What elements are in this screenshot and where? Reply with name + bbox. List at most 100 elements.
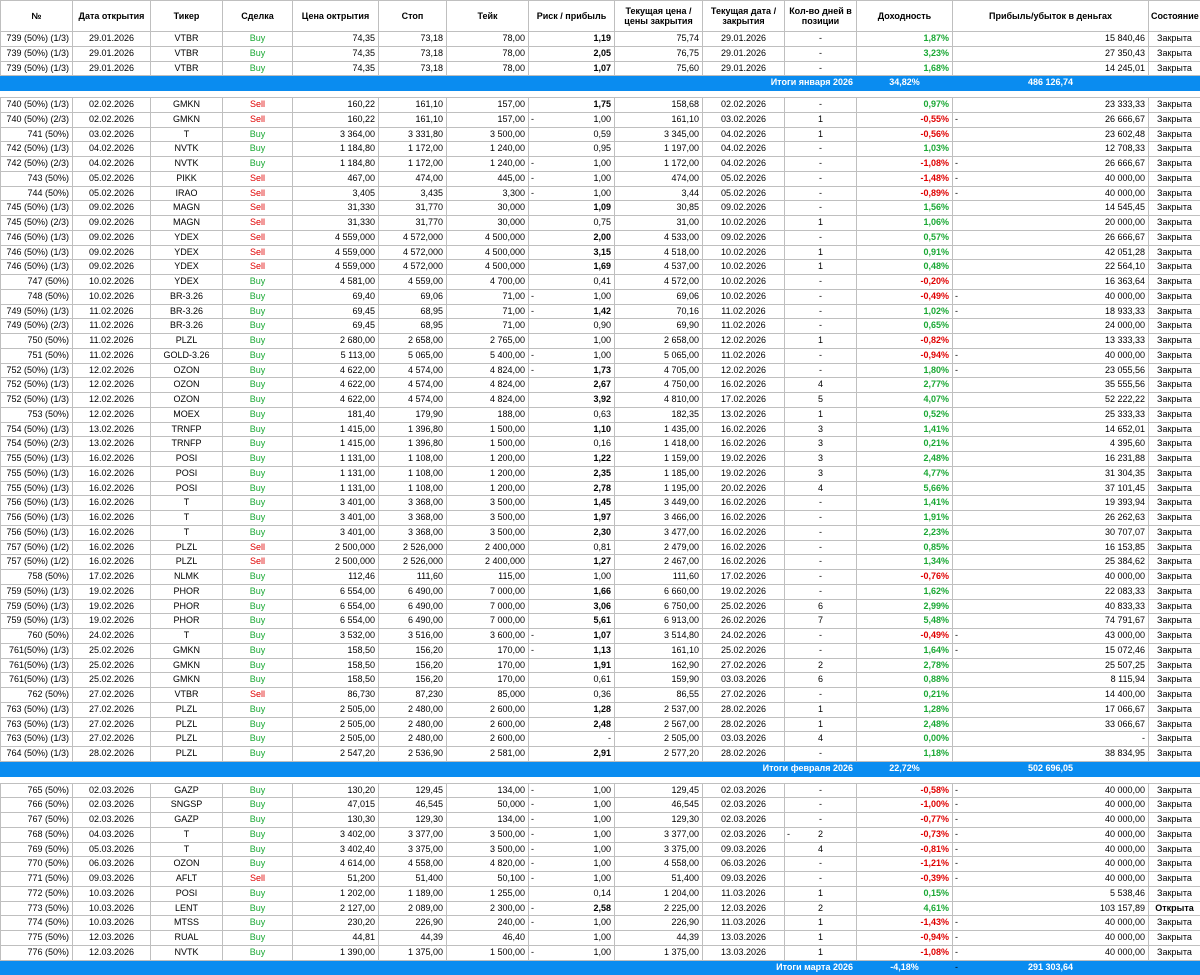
- table-row: 760 (50%)24.02.2026TBuy3 532,003 516,003…: [1, 629, 1200, 644]
- col-close-date-cell: 09.02.2026: [703, 201, 785, 216]
- col-pnl-cell: 27 350,43: [953, 46, 1149, 61]
- col-close-date-cell: 04.02.2026: [703, 157, 785, 172]
- spacer-cell: [1, 776, 1200, 783]
- col-number-cell: 739 (50%) (1/3): [1, 46, 73, 61]
- col-stop-cell: 2 480,00: [379, 732, 447, 747]
- col-close-price-cell: 2 225,00: [615, 901, 703, 916]
- col-days-cell: -: [785, 275, 857, 290]
- col-open-price-cell: 4 614,00: [293, 857, 379, 872]
- col-open-price-cell: 6 554,00: [293, 599, 379, 614]
- table-row: 776 (50%)12.03.2026NVTKBuy1 390,001 375,…: [1, 945, 1200, 960]
- col-close-price-cell: 4 572,00: [615, 275, 703, 290]
- col-take-header: Тейк: [447, 1, 529, 32]
- col-stop-cell: 2 089,00: [379, 901, 447, 916]
- col-status-cell: Закрыта: [1149, 319, 1200, 334]
- col-side-cell: Buy: [223, 783, 293, 798]
- col-open-date-cell: 02.02.2026: [73, 112, 151, 127]
- col-take-cell: 1 240,00: [447, 157, 529, 172]
- col-side-cell: Buy: [223, 857, 293, 872]
- col-status-cell: Закрыта: [1149, 32, 1200, 47]
- col-open-date-cell: 09.03.2026: [73, 872, 151, 887]
- col-close-price-cell: 2 567,00: [615, 717, 703, 732]
- col-side-cell: Buy: [223, 437, 293, 452]
- col-close-date-cell: 02.03.2026: [703, 783, 785, 798]
- col-days-cell: 6: [785, 599, 857, 614]
- col-days-cell: -: [785, 783, 857, 798]
- col-pnl-cell: 40 000,00: [953, 783, 1149, 798]
- col-status-cell: Закрыта: [1149, 407, 1200, 422]
- col-days-cell: 4: [785, 481, 857, 496]
- table-row: 742 (50%) (1/3)04.02.2026NVTKBuy1 184,80…: [1, 142, 1200, 157]
- col-status-cell: Закрыта: [1149, 230, 1200, 245]
- col-close-date-cell: 09.03.2026: [703, 842, 785, 857]
- col-stop-cell: 4 574,00: [379, 363, 447, 378]
- col-open-price-cell: 1 131,00: [293, 481, 379, 496]
- col-stop-cell: 1 108,00: [379, 452, 447, 467]
- col-side-cell: Buy: [223, 702, 293, 717]
- col-ticker-cell: NVTK: [151, 142, 223, 157]
- col-close-date-cell: 11.02.2026: [703, 304, 785, 319]
- col-close-date-cell: 16.02.2026: [703, 378, 785, 393]
- col-number-cell: 761(50%) (1/3): [1, 643, 73, 658]
- col-ticker-cell: MTSS: [151, 916, 223, 931]
- col-close-date-cell: 28.02.2026: [703, 717, 785, 732]
- col-number-cell: 742 (50%) (1/3): [1, 142, 73, 157]
- col-risk-reward-cell: 1,00: [529, 186, 615, 201]
- col-open-date-cell: 10.02.2026: [73, 275, 151, 290]
- table-row: 763 (50%) (1/3)27.02.2026PLZLBuy2 505,00…: [1, 732, 1200, 747]
- col-open-date-cell: 16.02.2026: [73, 481, 151, 496]
- col-return-cell: -1,08%: [857, 157, 953, 172]
- col-take-cell: 1 200,00: [447, 452, 529, 467]
- col-take-cell: 4 824,00: [447, 378, 529, 393]
- col-pnl-cell: 25 333,33: [953, 407, 1149, 422]
- col-open-date-cell: 29.01.2026: [73, 46, 151, 61]
- col-pnl-cell: 42 051,28: [953, 245, 1149, 260]
- col-ticker-cell: T: [151, 827, 223, 842]
- col-close-date-cell: 03.03.2026: [703, 673, 785, 688]
- col-close-price-cell: 3,44: [615, 186, 703, 201]
- col-close-price-cell: 129,45: [615, 783, 703, 798]
- col-status-cell: Закрыта: [1149, 171, 1200, 186]
- col-open-price-cell: 74,35: [293, 61, 379, 76]
- table-row: 761(50%) (1/3)25.02.2026GMKNBuy158,50156…: [1, 658, 1200, 673]
- col-status-cell: Закрыта: [1149, 614, 1200, 629]
- col-return-cell: 1,06%: [857, 216, 953, 231]
- col-pnl-cell: 16 231,88: [953, 452, 1149, 467]
- col-days-cell: 1: [785, 334, 857, 349]
- col-open-date-cell: 09.02.2026: [73, 216, 151, 231]
- col-close-date-cell: 10.02.2026: [703, 245, 785, 260]
- col-risk-reward-cell: 5,61: [529, 614, 615, 629]
- col-stop-cell: 1 375,00: [379, 945, 447, 960]
- col-ticker-cell: T: [151, 842, 223, 857]
- col-close-price-cell: 30,85: [615, 201, 703, 216]
- col-status-cell: Закрыта: [1149, 304, 1200, 319]
- col-ticker-cell: MAGN: [151, 201, 223, 216]
- col-open-price-cell: 4 559,000: [293, 260, 379, 275]
- col-days-cell: 3: [785, 452, 857, 467]
- col-open-date-cell: 27.02.2026: [73, 732, 151, 747]
- col-close-date-cell: 12.02.2026: [703, 334, 785, 349]
- col-close-date-cell: 29.01.2026: [703, 32, 785, 47]
- col-ticker-cell: AFLT: [151, 872, 223, 887]
- col-open-price-cell: 1 184,80: [293, 142, 379, 157]
- col-open-price-cell: 2 680,00: [293, 334, 379, 349]
- table-row: 747 (50%)10.02.2026YDEXBuy4 581,004 559,…: [1, 275, 1200, 290]
- col-side-cell: Buy: [223, 931, 293, 946]
- col-number-cell: 763 (50%) (1/3): [1, 732, 73, 747]
- col-side-cell: Buy: [223, 127, 293, 142]
- col-take-cell: 1 500,00: [447, 437, 529, 452]
- col-days-cell: -: [785, 348, 857, 363]
- col-status-cell: Закрыта: [1149, 842, 1200, 857]
- col-side-cell: Buy: [223, 304, 293, 319]
- table-row: 770 (50%)06.03.2026OZONBuy4 614,004 558,…: [1, 857, 1200, 872]
- col-return-cell: 0,57%: [857, 230, 953, 245]
- col-days-cell: 1: [785, 112, 857, 127]
- col-side-cell: Buy: [223, 658, 293, 673]
- col-side-cell: Buy: [223, 289, 293, 304]
- col-ticker-cell: GOLD-3.26: [151, 348, 223, 363]
- col-return-cell: 2,77%: [857, 378, 953, 393]
- col-take-cell: 71,00: [447, 289, 529, 304]
- col-side-cell: Sell: [223, 872, 293, 887]
- col-close-date-cell: 28.02.2026: [703, 747, 785, 762]
- col-number-cell: 759 (50%) (1/3): [1, 599, 73, 614]
